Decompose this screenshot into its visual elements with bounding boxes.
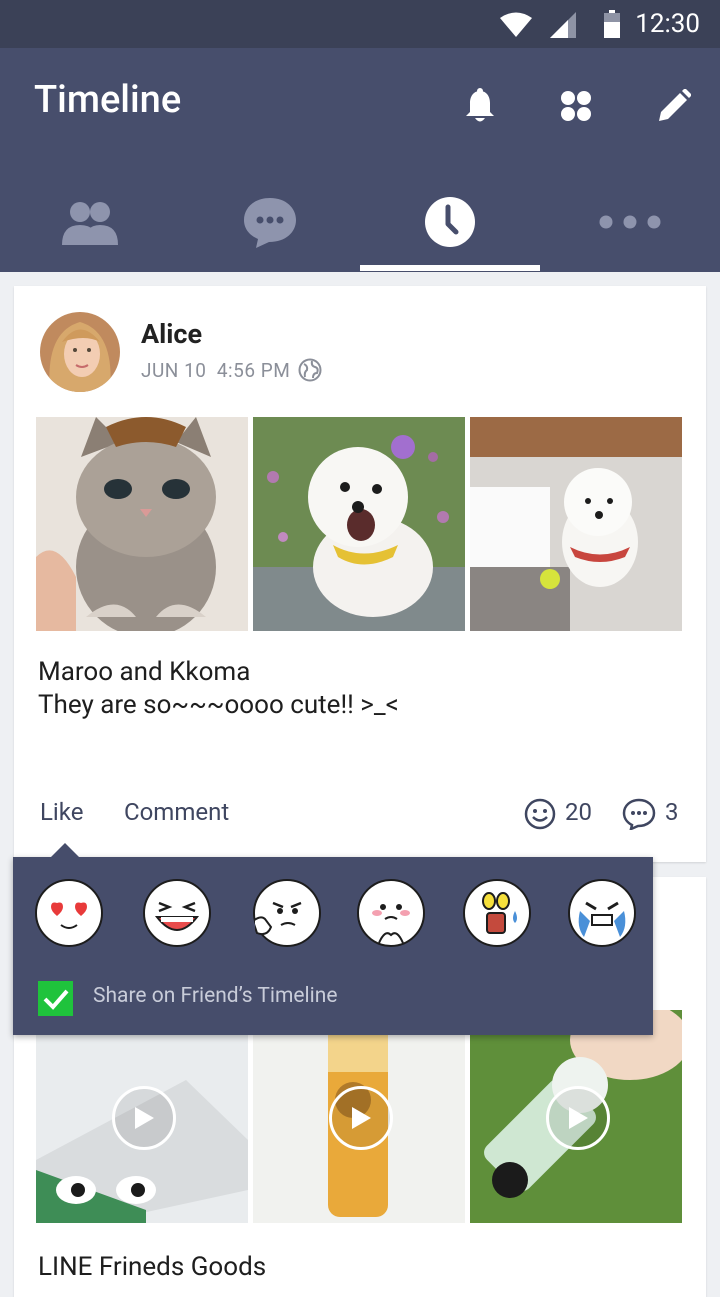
like-button[interactable]: Like <box>40 798 83 826</box>
post-text-line1: Maroo and Kkoma <box>38 657 251 687</box>
app-bar: Timeline <box>0 48 720 272</box>
post-photo-dog2[interactable] <box>470 417 682 631</box>
crying-sticker[interactable] <box>568 879 636 947</box>
post-video-bottle[interactable] <box>253 1010 465 1223</box>
post-video-phonecase[interactable] <box>36 1010 248 1223</box>
comment-button[interactable]: Comment <box>124 798 229 826</box>
apps-icon <box>561 91 591 121</box>
edit-icon <box>659 89 691 121</box>
globe-icon <box>298 358 322 382</box>
heart-eyes-sticker[interactable] <box>35 879 103 947</box>
friends-icon <box>62 202 118 245</box>
bell-icon <box>466 88 494 122</box>
post-date: JUN 10 <box>141 359 207 382</box>
wifi-icon <box>500 12 532 37</box>
smiley-icon[interactable] <box>524 798 556 830</box>
check-icon <box>43 989 69 1010</box>
post-video-tumbler[interactable] <box>470 1010 682 1223</box>
comments-count[interactable]: 3 <box>665 798 679 826</box>
notifications-button[interactable] <box>456 82 504 130</box>
avatar[interactable] <box>40 312 120 392</box>
play-button[interactable] <box>546 1086 610 1150</box>
post-text: LINE Frineds Goods <box>38 1252 267 1282</box>
play-button[interactable] <box>329 1086 393 1150</box>
share-checkbox[interactable] <box>38 981 73 1016</box>
play-icon <box>352 1107 371 1129</box>
shocked-sticker[interactable] <box>463 879 531 947</box>
post-photo-cat[interactable] <box>36 417 248 631</box>
status-bar: 12:30 <box>0 0 720 48</box>
battery-icon <box>604 10 620 38</box>
post-card: Alice JUN 10 4:56 PM Maroo and Kkoma The… <box>14 286 706 862</box>
page-title: Timeline <box>34 78 182 122</box>
comment-icon[interactable] <box>622 798 656 830</box>
more-icon <box>599 215 661 229</box>
tab-friends[interactable] <box>0 176 180 268</box>
post-text: Maroo and Kkoma They are so~~~oooo cute!… <box>38 656 399 722</box>
chat-icon <box>244 198 296 248</box>
post-time: 4:56 PM <box>216 359 291 382</box>
tab-chats[interactable] <box>180 176 360 268</box>
post-text-line2: They are so~~~oooo cute!! >_< <box>38 690 399 720</box>
shy-sticker[interactable] <box>357 879 425 947</box>
apps-button[interactable] <box>552 82 600 130</box>
reactions-count[interactable]: 20 <box>565 798 592 826</box>
post-photo-dog1[interactable] <box>253 417 465 631</box>
play-button[interactable] <box>112 1086 176 1150</box>
share-label[interactable]: Share on Friend’s Timeline <box>93 984 337 1008</box>
cellular-icon <box>550 12 576 38</box>
thumbs-up-sticker[interactable] <box>251 879 321 947</box>
tab-more[interactable] <box>540 176 720 268</box>
tab-timeline[interactable] <box>360 176 540 268</box>
compose-button[interactable] <box>650 82 698 130</box>
clock-icon <box>425 197 475 247</box>
active-tab-indicator <box>360 265 540 271</box>
popup-arrow <box>51 843 79 857</box>
post-timestamp: JUN 10 4:56 PM <box>141 359 290 382</box>
laughing-sticker[interactable] <box>143 879 211 947</box>
author-name[interactable]: Alice <box>141 318 202 350</box>
play-icon <box>135 1107 154 1129</box>
play-icon <box>569 1107 588 1129</box>
reaction-popup: Share on Friend’s Timeline <box>13 843 653 1035</box>
clock: 12:30 <box>635 9 700 39</box>
